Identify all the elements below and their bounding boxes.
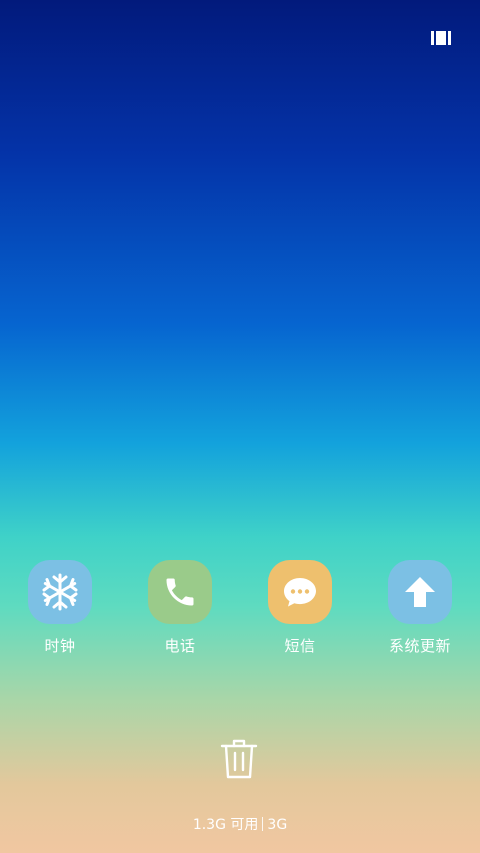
- app-clock-label: 时钟: [44, 637, 76, 655]
- app-clock-icon-tile: [28, 560, 92, 624]
- app-system-update[interactable]: 系统更新: [372, 560, 468, 660]
- app-phone[interactable]: 电话: [132, 560, 228, 660]
- app-phone-icon-tile: [148, 560, 212, 624]
- trash-icon[interactable]: [220, 738, 258, 780]
- app-clock[interactable]: 时钟: [12, 560, 108, 660]
- phone-icon: [166, 578, 194, 606]
- multi-window-icon[interactable]: [431, 30, 451, 46]
- recent-apps-row: 时钟 电话 短信 系统更新: [0, 560, 480, 660]
- app-messages-icon-tile: [268, 560, 332, 624]
- memory-divider: [262, 817, 264, 831]
- memory-available: 1.3G 可用: [192, 817, 259, 833]
- message-bubble-icon: [284, 578, 316, 607]
- app-system-update-icon-tile: [388, 560, 452, 624]
- app-system-update-label: 系统更新: [388, 637, 451, 655]
- snowflake-icon: [42, 573, 78, 611]
- app-messages[interactable]: 短信: [252, 560, 348, 660]
- up-arrow-icon: [405, 577, 435, 607]
- app-phone-label: 电话: [164, 637, 196, 655]
- app-messages-label: 短信: [284, 637, 316, 655]
- memory-status: 1.3G 可用 3G: [0, 815, 480, 835]
- memory-total: 3G: [267, 817, 288, 833]
